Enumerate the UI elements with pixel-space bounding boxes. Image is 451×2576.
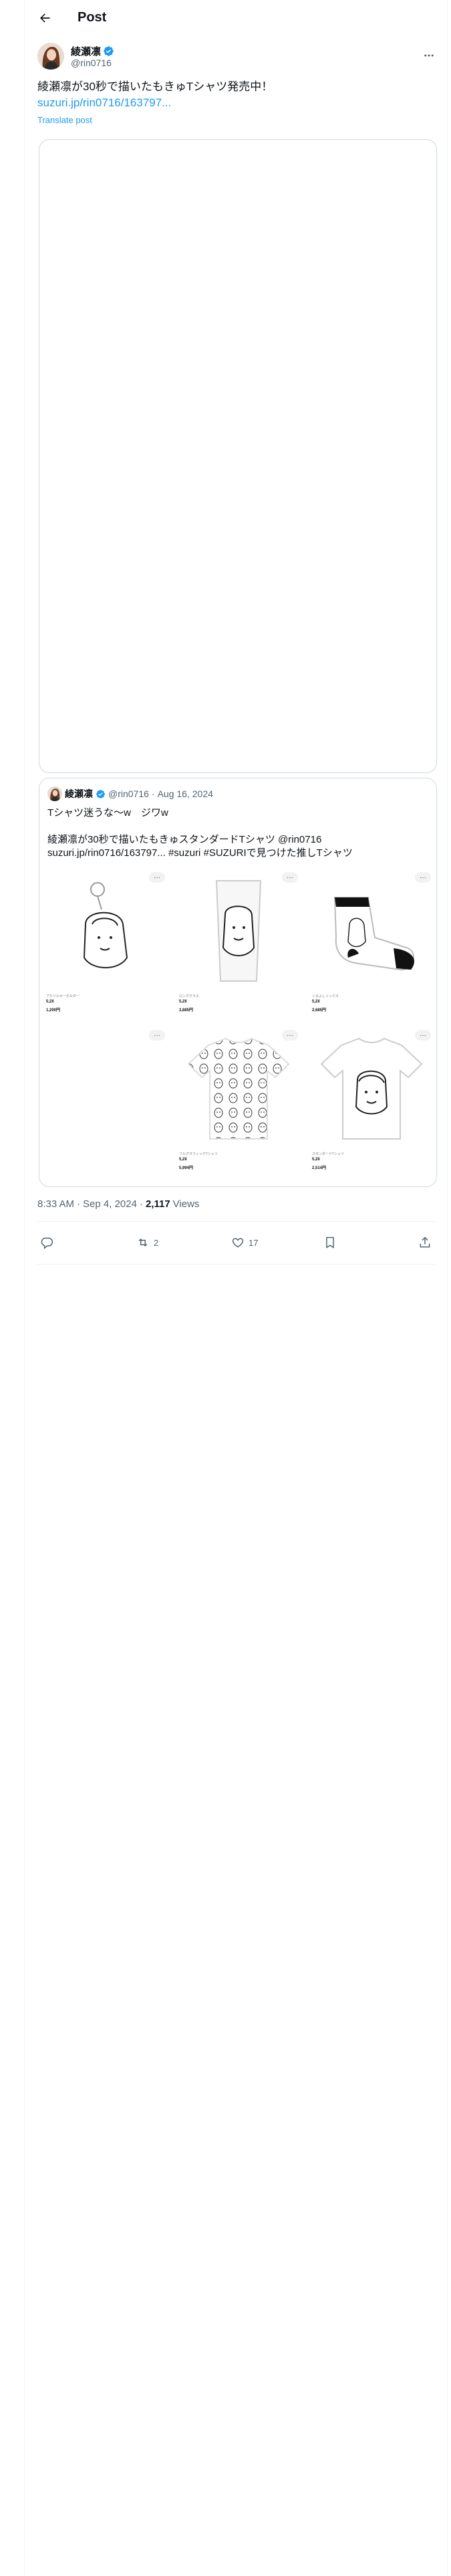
like-button[interactable]: 17: [231, 1236, 258, 1249]
like-count: 17: [249, 1237, 259, 1248]
keychain-product-icon: [45, 872, 166, 990]
product-price: 5,2¥: [179, 1000, 187, 1004]
quoted-post[interactable]: 綾瀬凛 @rin0716 · Aug 16, 2024 Tシャツ迷うな〜w ジワ…: [39, 778, 437, 1187]
views-count: 2,117: [145, 1198, 170, 1210]
more-horizontal-icon: [424, 54, 434, 57]
product-menu-button[interactable]: ···: [415, 1030, 431, 1041]
product-menu-button[interactable]: ···: [415, 872, 431, 883]
heart-icon: [232, 1238, 244, 1248]
glass-product-icon: [178, 872, 299, 990]
product-subprice: 1,200円: [46, 1008, 61, 1012]
product-card[interactable]: ··· ロンググラス 5,2¥ 3,885円: [172, 872, 305, 1030]
pattern-tshirt-product-icon: [178, 1030, 299, 1148]
product-card[interactable]: ··· アクリルキーホルダー 5,2¥ 1,200円: [39, 872, 172, 1030]
post-link[interactable]: suzuri.jp/rin0716/163797...: [37, 96, 171, 110]
separator-dot: ·: [151, 788, 155, 799]
reply-icon: [41, 1237, 53, 1249]
product-card-empty: ···: [39, 1030, 172, 1186]
product-subprice: 3,885円: [179, 1008, 194, 1012]
repost-button[interactable]: 2: [136, 1236, 158, 1249]
product-category: くるぶしソックス: [312, 994, 339, 998]
page-title: Post: [78, 10, 107, 25]
share-button[interactable]: [418, 1236, 432, 1249]
more-options-button[interactable]: [419, 45, 439, 66]
divider: [37, 1264, 436, 1265]
author-row: 綾瀬凛 @rin0716: [37, 43, 438, 72]
arrow-left-icon: [40, 13, 50, 23]
back-button[interactable]: [35, 8, 55, 28]
author-handle[interactable]: @rin0716: [71, 58, 112, 68]
views-label: Views: [172, 1198, 200, 1210]
product-category: アクリルキーホルダー: [46, 994, 80, 998]
verified-badge-icon: [96, 789, 105, 798]
post-time[interactable]: 8:33 AM: [37, 1198, 74, 1210]
avatar[interactable]: [37, 43, 64, 70]
product-price: 5,2¥: [179, 1158, 187, 1162]
product-category: スタンダードTシャツ: [312, 1152, 345, 1156]
repost-icon: [138, 1238, 148, 1247]
product-subprice: 5,994円: [179, 1166, 194, 1170]
sock-product-icon: [311, 872, 432, 990]
quoted-post-date[interactable]: Aug 16, 2024: [158, 788, 213, 799]
post-text: 綾瀬凛が30秒で描いたもきゅTシャツ発売中！: [37, 80, 273, 93]
media-card[interactable]: [39, 139, 437, 773]
post-meta: 8:33 AM · Sep 4, 2024 · 2,117 Views: [37, 1198, 199, 1210]
tshirt-product-icon: [311, 1030, 432, 1148]
quoted-post-text: Tシャツ迷うな〜w ジワw 綾瀬凛が30秒で描いたもきゅスタンダードTシャツ @…: [47, 807, 353, 859]
quoted-author-handle: @rin0716: [108, 788, 149, 799]
action-bar: 2 17: [37, 1228, 436, 1260]
post-date[interactable]: Sep 4, 2024: [83, 1198, 137, 1210]
product-menu-button[interactable]: ···: [282, 1030, 298, 1041]
product-grid: ··· アクリルキーホルダー 5,2¥ 1,200円 ··· ロンググラス 5,…: [39, 872, 436, 1186]
product-price: 5,2¥: [312, 1000, 320, 1004]
author-name[interactable]: 綾瀬凛: [71, 44, 114, 58]
share-icon: [420, 1237, 430, 1248]
product-card[interactable]: ··· スタンダードTシャツ 5,2¥ 2,514円: [305, 1030, 436, 1186]
product-subprice: 2,685円: [312, 1008, 327, 1012]
product-subprice: 2,514円: [312, 1166, 327, 1170]
repost-count: 2: [154, 1237, 159, 1248]
quoted-post-header: 綾瀬凛 @rin0716 · Aug 16, 2024: [47, 786, 213, 801]
quoted-avatar[interactable]: [47, 786, 62, 801]
author-name-text: 綾瀬凛: [71, 46, 102, 58]
column-border-right: [447, 0, 448, 2576]
product-menu-button[interactable]: ···: [149, 1030, 165, 1041]
product-price: 5,2¥: [312, 1158, 320, 1162]
column-border-left: [24, 0, 25, 2576]
separator-dot: ·: [77, 1198, 81, 1210]
post-header: Post: [24, 0, 447, 35]
product-card[interactable]: ··· フルグラフィックTシャツ 5,2¥ 5,994円: [172, 1030, 305, 1186]
translate-post-link[interactable]: Translate post: [37, 115, 92, 125]
verified-badge-icon: [104, 46, 114, 56]
divider: [37, 1221, 436, 1222]
bookmark-button[interactable]: [323, 1236, 337, 1249]
product-menu-button[interactable]: ···: [149, 872, 165, 883]
bookmark-icon: [326, 1237, 334, 1249]
product-card[interactable]: ··· くるぶしソックス 5,2¥ 2,685円: [305, 872, 436, 1030]
quoted-author-name: 綾瀬凛: [65, 788, 93, 799]
product-price: 5,2¥: [46, 1000, 54, 1004]
reply-button[interactable]: [40, 1236, 57, 1249]
product-menu-button[interactable]: ···: [282, 872, 298, 883]
product-category: ロンググラス: [179, 994, 199, 998]
product-category: フルグラフィックTシャツ: [179, 1152, 218, 1156]
separator-dot: ·: [139, 1198, 143, 1210]
